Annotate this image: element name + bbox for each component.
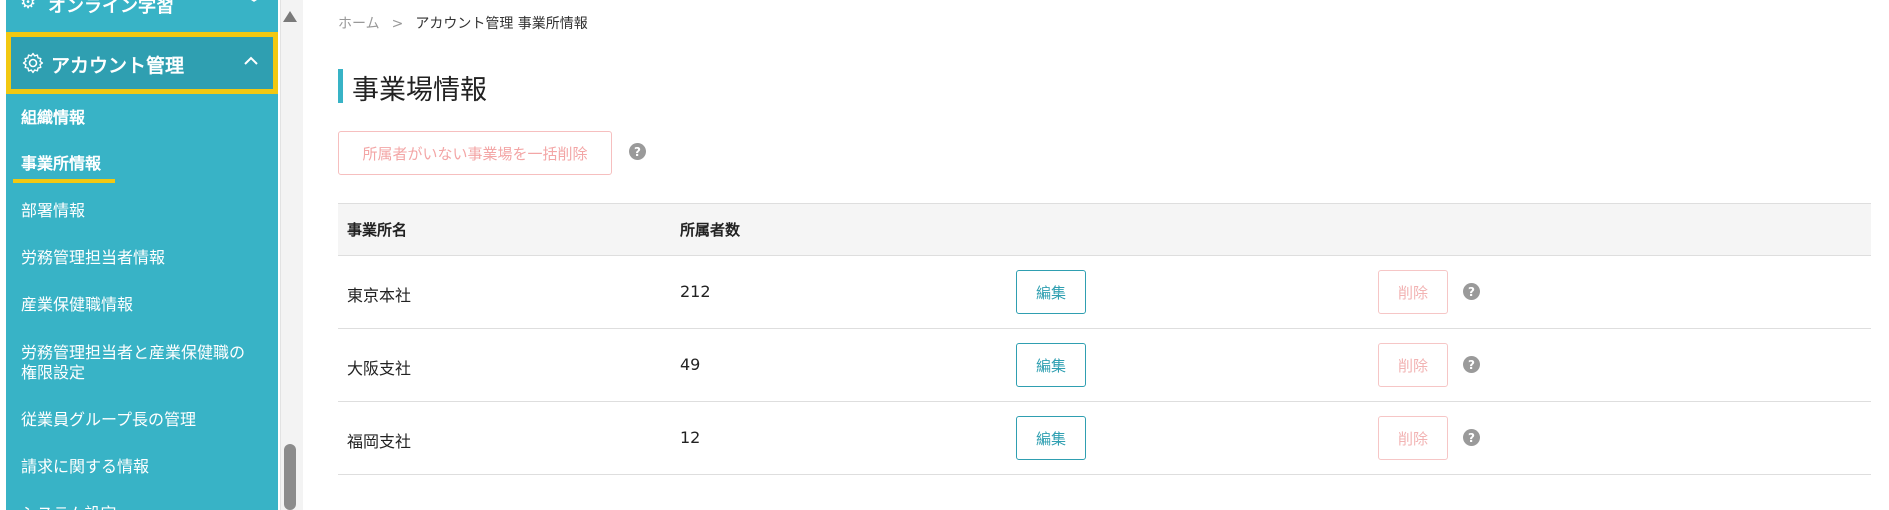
breadcrumb-separator: > — [391, 16, 404, 32]
help-icon[interactable]: ? — [1463, 283, 1480, 300]
member-count-cell: 212 — [680, 282, 711, 301]
chevron-down-icon: ﹀ — [245, 0, 262, 13]
sidebar-item-system-settings[interactable]: システム設定 — [21, 500, 117, 510]
edit-button[interactable]: 編集 — [1016, 416, 1086, 460]
office-name-cell: 大阪支社 — [347, 359, 412, 378]
sidebar-section-label: アカウント管理 — [51, 55, 185, 77]
edit-button[interactable]: 編集 — [1016, 270, 1086, 314]
breadcrumb-home-link[interactable]: ホーム — [338, 16, 380, 32]
breadcrumb-current: アカウント管理 事業所情報 — [415, 16, 588, 32]
delete-button[interactable]: 削除 — [1378, 416, 1448, 460]
office-name-cell: 東京本社 — [347, 286, 412, 305]
sidebar-item-label: オンライン学習 — [48, 0, 174, 17]
sidebar-scrollbar[interactable] — [280, 0, 303, 510]
office-table: 事業所名 所属者数 東京本社 212 編集 削除 ? 大阪支社 49 編集 削除… — [338, 203, 1871, 475]
sidebar: ⚙ オンライン学習 ﹀ アカウント管理 組織情報 事業所情報 部署情報 労務管理… — [6, 0, 278, 510]
scroll-up-arrow-icon[interactable] — [283, 11, 297, 22]
column-header-member-count: 所属者数 — [680, 221, 741, 239]
scrollbar-thumb[interactable] — [284, 444, 296, 510]
sidebar-item-occupational-health[interactable]: 産業保健職情報 — [21, 291, 133, 315]
gear-icon — [22, 52, 44, 74]
table-row: 大阪支社 49 編集 削除 ? — [338, 329, 1871, 402]
sidebar-section-account-management[interactable]: アカウント管理 — [6, 32, 278, 94]
chevron-up-icon[interactable] — [241, 51, 261, 71]
bulk-delete-button[interactable]: 所属者がいない事業場を一括削除 — [338, 131, 612, 175]
help-icon[interactable]: ? — [1463, 429, 1480, 446]
sidebar-item-office-info[interactable]: 事業所情報 — [12, 150, 116, 183]
edit-button[interactable]: 編集 — [1016, 343, 1086, 387]
breadcrumb: ホーム > アカウント管理 事業所情報 — [338, 13, 588, 33]
member-count-cell: 12 — [680, 428, 701, 447]
title-accent-bar — [338, 69, 343, 103]
delete-button[interactable]: 削除 — [1378, 343, 1448, 387]
delete-button[interactable]: 削除 — [1378, 270, 1448, 314]
sidebar-item-department[interactable]: 部署情報 — [21, 197, 85, 221]
office-name-cell: 福岡支社 — [347, 432, 412, 451]
sidebar-item-organization[interactable]: 組織情報 — [21, 104, 85, 128]
book-icon: ⚙ — [20, 0, 37, 13]
help-icon[interactable]: ? — [1463, 356, 1480, 373]
sidebar-item-permission-settings-line2[interactable]: 権限設定 — [21, 359, 85, 383]
table-row: 東京本社 212 編集 削除 ? — [338, 256, 1871, 329]
table-row: 福岡支社 12 編集 削除 ? — [338, 402, 1871, 475]
help-icon[interactable]: ? — [629, 143, 646, 160]
sidebar-item-labor-manager[interactable]: 労務管理担当者情報 — [21, 244, 165, 268]
member-count-cell: 49 — [680, 355, 701, 374]
sidebar-item-billing[interactable]: 請求に関する情報 — [21, 453, 149, 477]
column-header-office-name: 事業所名 — [347, 221, 408, 239]
sidebar-item-online-learning[interactable]: ⚙ オンライン学習 ﹀ — [6, 0, 278, 17]
table-header-row: 事業所名 所属者数 — [338, 203, 1871, 256]
page-title: 事業場情報 — [352, 75, 487, 106]
sidebar-item-group-leader[interactable]: 従業員グループ長の管理 — [21, 406, 196, 430]
